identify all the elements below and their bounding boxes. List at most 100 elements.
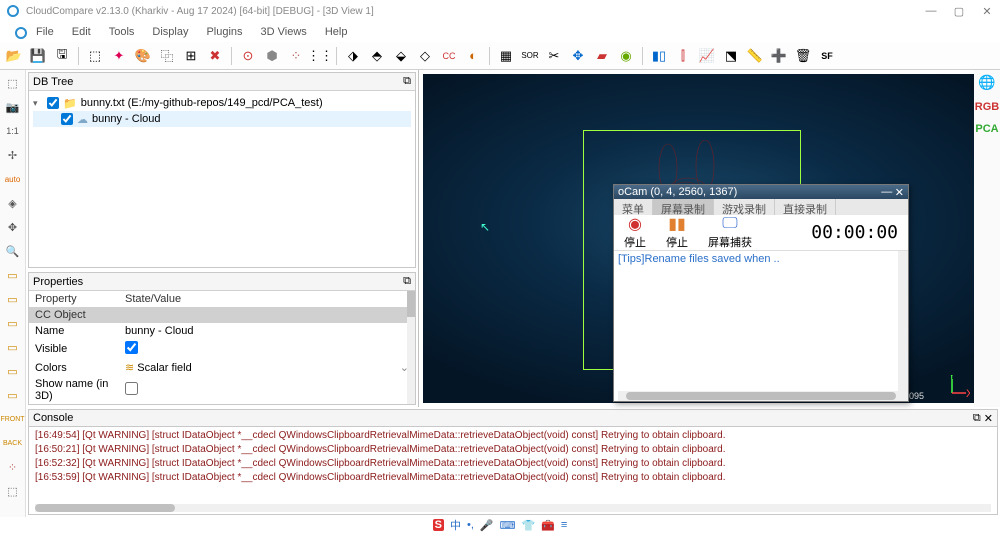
- octree-icon[interactable]: ⁘: [286, 46, 306, 66]
- ime-toolbox-icon[interactable]: 🧰: [541, 519, 555, 532]
- menu-display[interactable]: Display: [144, 24, 196, 40]
- globe-icon[interactable]: 🌐: [978, 74, 995, 91]
- ime-keyboard-icon[interactable]: ⌨: [500, 519, 516, 532]
- plot-icon[interactable]: 📈: [697, 46, 717, 66]
- open-icon[interactable]: 📂: [4, 46, 24, 66]
- ocam-vscrollbar[interactable]: [898, 251, 908, 401]
- prop-colors-val[interactable]: Scalar field: [137, 362, 191, 374]
- sample-icon[interactable]: ⋮⋮: [310, 46, 330, 66]
- window-close-button[interactable]: ✕: [980, 5, 994, 18]
- menu-help[interactable]: Help: [317, 24, 356, 40]
- camera-icon[interactable]: 📷: [4, 98, 22, 116]
- menu-file[interactable]: File: [28, 24, 62, 40]
- ime-menu-icon[interactable]: ≡: [561, 519, 567, 531]
- properties-undock-icon[interactable]: ⧉: [403, 275, 411, 288]
- dbtree-undock-icon[interactable]: ⧉: [403, 75, 411, 88]
- ocam-minimize-icon[interactable]: —: [881, 186, 892, 198]
- ime-lang-icon[interactable]: 中: [450, 517, 461, 533]
- sogou-icon[interactable]: S: [433, 519, 444, 531]
- ocam-tab-menu[interactable]: 菜单: [614, 199, 653, 215]
- prop-showname-checkbox[interactable]: [125, 382, 138, 395]
- 3d-viewport[interactable]: ↖ 0. 095 Y X oCam (0, 4, 2560, 1367) —: [423, 74, 974, 403]
- sf-icon[interactable]: ⬔: [721, 46, 741, 66]
- rgb-tool-icon[interactable]: RGB: [975, 101, 999, 113]
- ocam-window[interactable]: oCam (0, 4, 2560, 1367) — ✕ 菜单 屏幕录制 游戏录制…: [613, 184, 909, 402]
- window-maximize-button[interactable]: ▢: [952, 5, 966, 18]
- scissors-icon[interactable]: ✂: [544, 46, 564, 66]
- center-icon[interactable]: ✢: [4, 146, 22, 164]
- cc-icon[interactable]: CC: [439, 46, 459, 66]
- ocam-capture-button[interactable]: 🖵屏幕捕获: [708, 215, 752, 250]
- register-icon[interactable]: ⬘: [367, 46, 387, 66]
- pca-tool-icon[interactable]: PCA: [975, 123, 998, 135]
- view-back-icon[interactable]: ▭: [4, 290, 22, 308]
- prop-visible-checkbox[interactable]: [125, 341, 138, 354]
- move-icon[interactable]: ✥: [4, 218, 22, 236]
- stats-icon[interactable]: ⫿: [673, 46, 693, 66]
- menu-plugins[interactable]: Plugins: [198, 24, 250, 40]
- normals-icon[interactable]: ⬢: [262, 46, 282, 66]
- fit-icon[interactable]: ◐: [463, 46, 483, 66]
- ocam-stop-button[interactable]: ◉停止: [624, 215, 646, 250]
- delete-icon[interactable]: ✖: [205, 46, 225, 66]
- ime-punct-icon[interactable]: •,: [467, 519, 474, 531]
- clone-icon[interactable]: ⿻: [157, 46, 177, 66]
- ocam-tab-screen[interactable]: 屏幕录制: [653, 199, 714, 215]
- view-top-icon[interactable]: ⬚: [4, 74, 22, 92]
- pick-rotation-icon[interactable]: ✦: [109, 46, 129, 66]
- auto-icon[interactable]: auto: [4, 170, 22, 188]
- view-front-icon[interactable]: ▭: [4, 266, 22, 284]
- props-scrollbar[interactable]: [407, 291, 415, 404]
- menu-tools[interactable]: Tools: [101, 24, 143, 40]
- ruler-icon[interactable]: 📏: [745, 46, 765, 66]
- ocam-hscrollbar[interactable]: [618, 391, 904, 401]
- segment-icon[interactable]: ▰: [592, 46, 612, 66]
- child-visibility-checkbox[interactable]: [61, 113, 73, 125]
- view-persp-icon[interactable]: ▭: [4, 362, 22, 380]
- tree-child-row[interactable]: ☁ bunny - Cloud: [33, 111, 411, 127]
- ocam-pause-button[interactable]: ▮▮停止: [666, 215, 688, 250]
- scale-1to1-icon[interactable]: 1:1: [4, 122, 22, 140]
- misc-icon[interactable]: ⬚: [4, 482, 22, 500]
- menu-3dviews[interactable]: 3D Views: [253, 24, 315, 40]
- ime-mic-icon[interactable]: 🎤: [480, 519, 494, 532]
- merge-icon[interactable]: ⊞: [181, 46, 201, 66]
- window-minimize-button[interactable]: —: [924, 5, 938, 18]
- ocam-close-icon[interactable]: ✕: [895, 186, 904, 199]
- view-ortho-icon[interactable]: ▭: [4, 386, 22, 404]
- ocam-tab-direct[interactable]: 直接录制: [775, 199, 836, 215]
- colorize-icon[interactable]: 🎨: [133, 46, 153, 66]
- menu-edit[interactable]: Edit: [64, 24, 99, 40]
- histogram-icon[interactable]: ▮▯: [649, 46, 669, 66]
- view-left-icon[interactable]: ▭: [4, 314, 22, 332]
- trash-icon[interactable]: 🗑: [793, 46, 813, 66]
- console-close-icon[interactable]: ✕: [984, 412, 993, 425]
- save-icon[interactable]: 💾: [28, 46, 48, 66]
- fine-reg-icon[interactable]: ⬙: [391, 46, 411, 66]
- root-visibility-checkbox[interactable]: [47, 97, 59, 109]
- view-right-icon[interactable]: ▭: [4, 338, 22, 356]
- global-shift-icon[interactable]: ⬚: [85, 46, 105, 66]
- points-icon[interactable]: ⁘: [4, 458, 22, 476]
- ocam-titlebar[interactable]: oCam (0, 4, 2560, 1367) — ✕: [614, 185, 908, 199]
- align-icon[interactable]: ⬗: [343, 46, 363, 66]
- ocam-tips-link[interactable]: [Tips]Rename files saved when ..: [618, 253, 780, 265]
- sor-icon[interactable]: SOR: [520, 46, 540, 66]
- front-label-icon[interactable]: FRONT: [4, 410, 22, 428]
- ime-skin-icon[interactable]: 👕: [522, 519, 536, 532]
- collapse-arrow-icon[interactable]: ▾: [33, 98, 43, 109]
- save-all-icon[interactable]: 🖫: [52, 46, 72, 66]
- translate-icon[interactable]: ✥: [568, 46, 588, 66]
- console-undock-icon[interactable]: ⧉: [973, 412, 981, 425]
- tree-root-row[interactable]: ▾ 📁 bunny.txt (E:/my-github-repos/149_pc…: [33, 95, 411, 111]
- level-icon[interactable]: ◉: [616, 46, 636, 66]
- view-iso-icon[interactable]: ◈: [4, 194, 22, 212]
- primitive-icon[interactable]: ◇: [415, 46, 435, 66]
- sf-label-icon[interactable]: SF: [817, 46, 837, 66]
- ocam-tab-game[interactable]: 游戏录制: [714, 199, 775, 215]
- zoom-icon[interactable]: 🔍: [4, 242, 22, 260]
- checker-icon[interactable]: ▦: [496, 46, 516, 66]
- back-label-icon[interactable]: BACK: [4, 434, 22, 452]
- point-picking-icon[interactable]: ⊙: [238, 46, 258, 66]
- console-hscrollbar[interactable]: [35, 504, 991, 512]
